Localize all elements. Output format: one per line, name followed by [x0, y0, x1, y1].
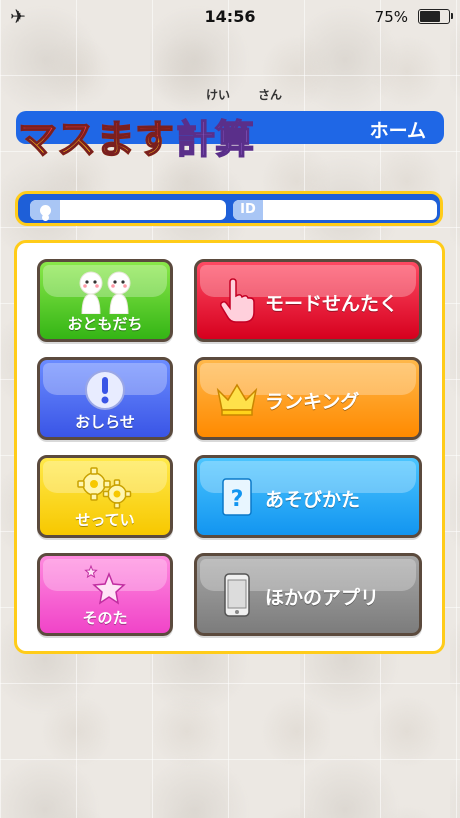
friends-label: おともだち [67, 315, 143, 333]
mode-select-button[interactable]: モードせんたく [194, 259, 422, 342]
ranking-button[interactable]: ランキング [194, 357, 422, 440]
how-to-play-button[interactable]: ? あそびかた [194, 455, 422, 538]
other-button[interactable]: そのた [37, 553, 173, 636]
star-icon [40, 564, 170, 608]
news-button[interactable]: おしらせ [37, 357, 173, 440]
status-bar: ✈ 14:56 75% [0, 0, 460, 34]
how-to-play-label: あそびかた [265, 489, 361, 511]
ranking-label: ランキング [265, 391, 360, 413]
pointing-hand-icon [215, 277, 259, 325]
phone-icon [215, 571, 259, 619]
logo-text-keisan: 計算 [175, 118, 255, 163]
home-label: ホーム [369, 120, 426, 142]
exclamation-icon [40, 368, 170, 412]
profile-panel: ID [15, 191, 443, 226]
logo-text: マスます [17, 118, 175, 163]
settings-button[interactable]: せってい [37, 455, 173, 538]
app-logo: マスます 計算 [17, 104, 255, 163]
svg-text:?: ? [231, 487, 244, 512]
other-apps-button[interactable]: ほかのアプリ [194, 553, 422, 636]
player-id-field: ID [233, 200, 437, 220]
settings-label: せってい [75, 511, 135, 529]
other-label: そのた [82, 609, 128, 627]
question-card-icon: ? [215, 473, 259, 521]
battery-fill [420, 11, 441, 22]
battery-icon [418, 9, 453, 24]
logo-ruby-kei: けい [206, 88, 231, 102]
mode-select-label: モードせんたく [265, 293, 399, 315]
player-name-field [30, 200, 226, 220]
battery-percent: 75% [374, 8, 408, 26]
gear-icon [40, 466, 170, 510]
news-label: おしらせ [75, 413, 135, 431]
id-tag: ID [233, 200, 263, 220]
friends-icon [40, 270, 170, 314]
user-icon [30, 200, 60, 220]
crown-icon [215, 375, 259, 423]
other-apps-label: ほかのアプリ [265, 587, 380, 609]
logo-ruby-san: さん [258, 88, 283, 102]
friends-button[interactable]: おともだち [37, 259, 173, 342]
